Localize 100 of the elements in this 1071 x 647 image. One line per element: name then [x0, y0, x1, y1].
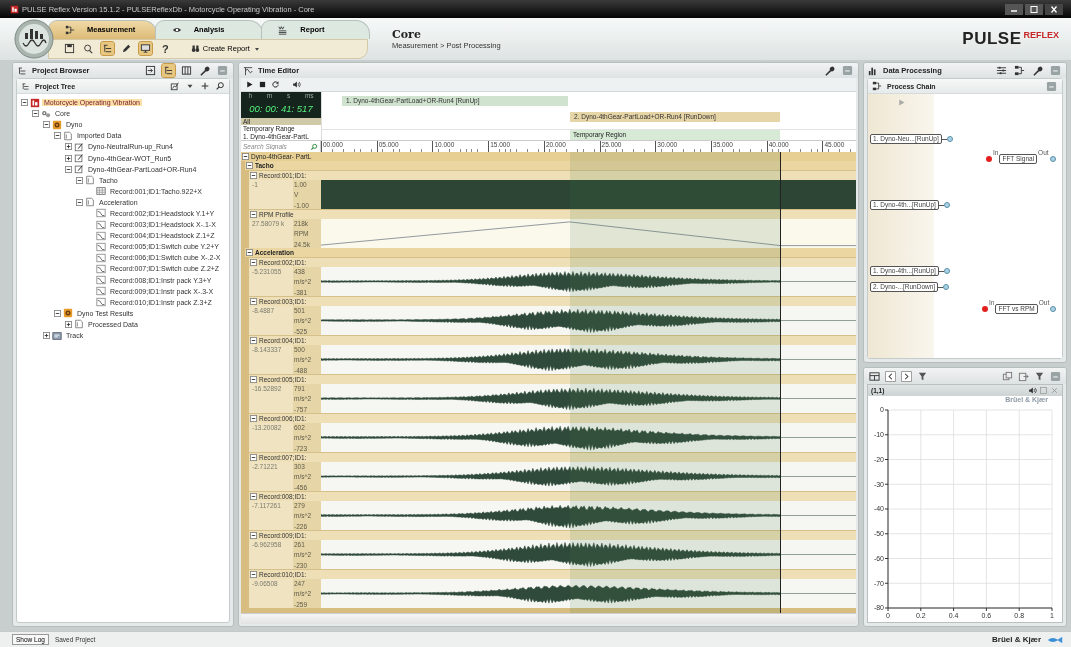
bar-chart-icon	[868, 65, 878, 76]
output-port[interactable]	[943, 202, 950, 208]
tree-view-icon[interactable]	[162, 64, 175, 77]
collapse-icon[interactable]	[21, 99, 28, 107]
expand-icon[interactable]	[65, 320, 72, 328]
input-port[interactable]	[982, 306, 988, 312]
folder-icon	[63, 130, 73, 141]
brand-logo: PULSE	[962, 29, 1022, 49]
brand-logo-mark: REFLEX	[1023, 29, 1059, 40]
folder-icon	[85, 175, 95, 186]
folder-icon	[74, 319, 84, 330]
monitor-icon[interactable]	[139, 42, 152, 55]
table-icon	[96, 186, 106, 197]
loop-icon[interactable]	[271, 80, 280, 89]
close-icon[interactable]	[1045, 3, 1063, 15]
import-icon[interactable]	[144, 64, 157, 77]
collapse-icon[interactable]	[250, 376, 257, 383]
horizontal-scrollbar[interactable]	[241, 613, 856, 624]
collapse-icon[interactable]	[65, 165, 72, 173]
speaker-icon[interactable]	[292, 80, 301, 89]
columns-icon[interactable]	[180, 64, 193, 77]
collapse-icon[interactable]	[242, 153, 249, 160]
app-menu-button[interactable]	[14, 19, 54, 59]
waveform-icon	[96, 241, 106, 252]
waveform-icon	[96, 252, 106, 263]
waveform-icon	[96, 230, 106, 241]
track-icon	[52, 330, 62, 341]
output-port[interactable]	[1049, 156, 1056, 162]
output-port[interactable]	[1050, 306, 1057, 312]
cursor-line[interactable]	[780, 152, 782, 613]
speaker-icon[interactable]	[1028, 386, 1037, 395]
output-port[interactable]	[943, 268, 950, 274]
help-button[interactable]: ?	[158, 42, 173, 55]
collapse-icon[interactable]	[246, 162, 253, 169]
input-port[interactable]	[986, 156, 992, 162]
project-icon	[30, 97, 40, 108]
wrench-icon[interactable]	[1031, 64, 1044, 77]
collapse-icon[interactable]	[76, 198, 83, 206]
collapse-icon[interactable]	[250, 415, 257, 422]
collapse-icon[interactable]	[250, 172, 257, 179]
temporary-region[interactable]	[569, 152, 781, 613]
chevron-right-icon[interactable]	[900, 369, 913, 383]
collapse-icon[interactable]	[76, 176, 83, 184]
maximize-icon[interactable]	[1025, 3, 1043, 15]
waveform-icon	[96, 297, 106, 308]
tree-view-icon	[21, 81, 30, 91]
waveform-icon	[96, 286, 106, 297]
collapse-icon[interactable]	[250, 571, 257, 578]
wrench-icon[interactable]	[823, 64, 836, 77]
waveform-icon	[96, 263, 106, 274]
flowchart-icon	[65, 24, 75, 35]
app-icon	[10, 4, 19, 14]
sliders-icon[interactable]	[995, 64, 1008, 77]
waveform-icon	[96, 219, 106, 230]
expand-icon[interactable]	[65, 143, 72, 151]
folder-icon	[85, 197, 95, 208]
collapse-icon[interactable]	[250, 259, 257, 266]
save-icon[interactable]	[63, 42, 76, 55]
tree-view-icon	[17, 65, 27, 76]
signal-file-icon	[74, 164, 84, 175]
gear-icon	[52, 119, 62, 130]
collapse-icon[interactable]	[54, 309, 61, 317]
tree-view-icon[interactable]	[101, 42, 114, 55]
minimize-icon[interactable]	[1005, 3, 1023, 15]
wrench-icon[interactable]	[198, 64, 211, 77]
fish-icon	[1047, 635, 1063, 644]
page-title: Core	[392, 28, 422, 41]
stop-icon[interactable]	[258, 80, 267, 89]
plus-icon[interactable]	[200, 81, 210, 91]
binoculars-icon	[190, 44, 200, 53]
document-icon	[278, 24, 289, 35]
waveform-icon	[96, 208, 106, 219]
signal-file-icon	[74, 153, 84, 163]
expand-icon[interactable]	[43, 332, 50, 339]
process-chain-icon	[872, 81, 882, 91]
pencil-icon[interactable]	[120, 42, 133, 55]
waveform-icon	[96, 275, 106, 286]
layout-icon[interactable]	[868, 369, 881, 383]
collapse-icon[interactable]	[250, 337, 257, 344]
output-port[interactable]	[946, 136, 953, 142]
chevron-left-icon[interactable]	[884, 369, 897, 383]
time-editor-icon	[243, 65, 253, 76]
chart-add-icon[interactable]	[170, 81, 180, 91]
output-port[interactable]	[943, 284, 950, 290]
expand-icon[interactable]	[65, 154, 72, 162]
collapse-icon[interactable]	[250, 298, 257, 305]
collapse-icon[interactable]	[250, 211, 257, 218]
flow-icon[interactable]	[1013, 64, 1026, 77]
company-logo: Brüel & Kjær	[992, 635, 1041, 644]
signal-file-icon	[74, 141, 84, 152]
search-icon[interactable]	[215, 81, 225, 91]
collapse-icon[interactable]	[250, 493, 257, 500]
collapse-icon[interactable]	[54, 132, 61, 140]
collapse-icon[interactable]	[246, 249, 253, 256]
copy-icon[interactable]	[1001, 369, 1014, 383]
collapse-icon[interactable]	[250, 454, 257, 461]
collapse-icon[interactable]	[250, 532, 257, 539]
play-icon[interactable]	[245, 80, 254, 89]
collapse-icon[interactable]	[32, 110, 39, 118]
collapse-icon[interactable]	[43, 121, 50, 129]
